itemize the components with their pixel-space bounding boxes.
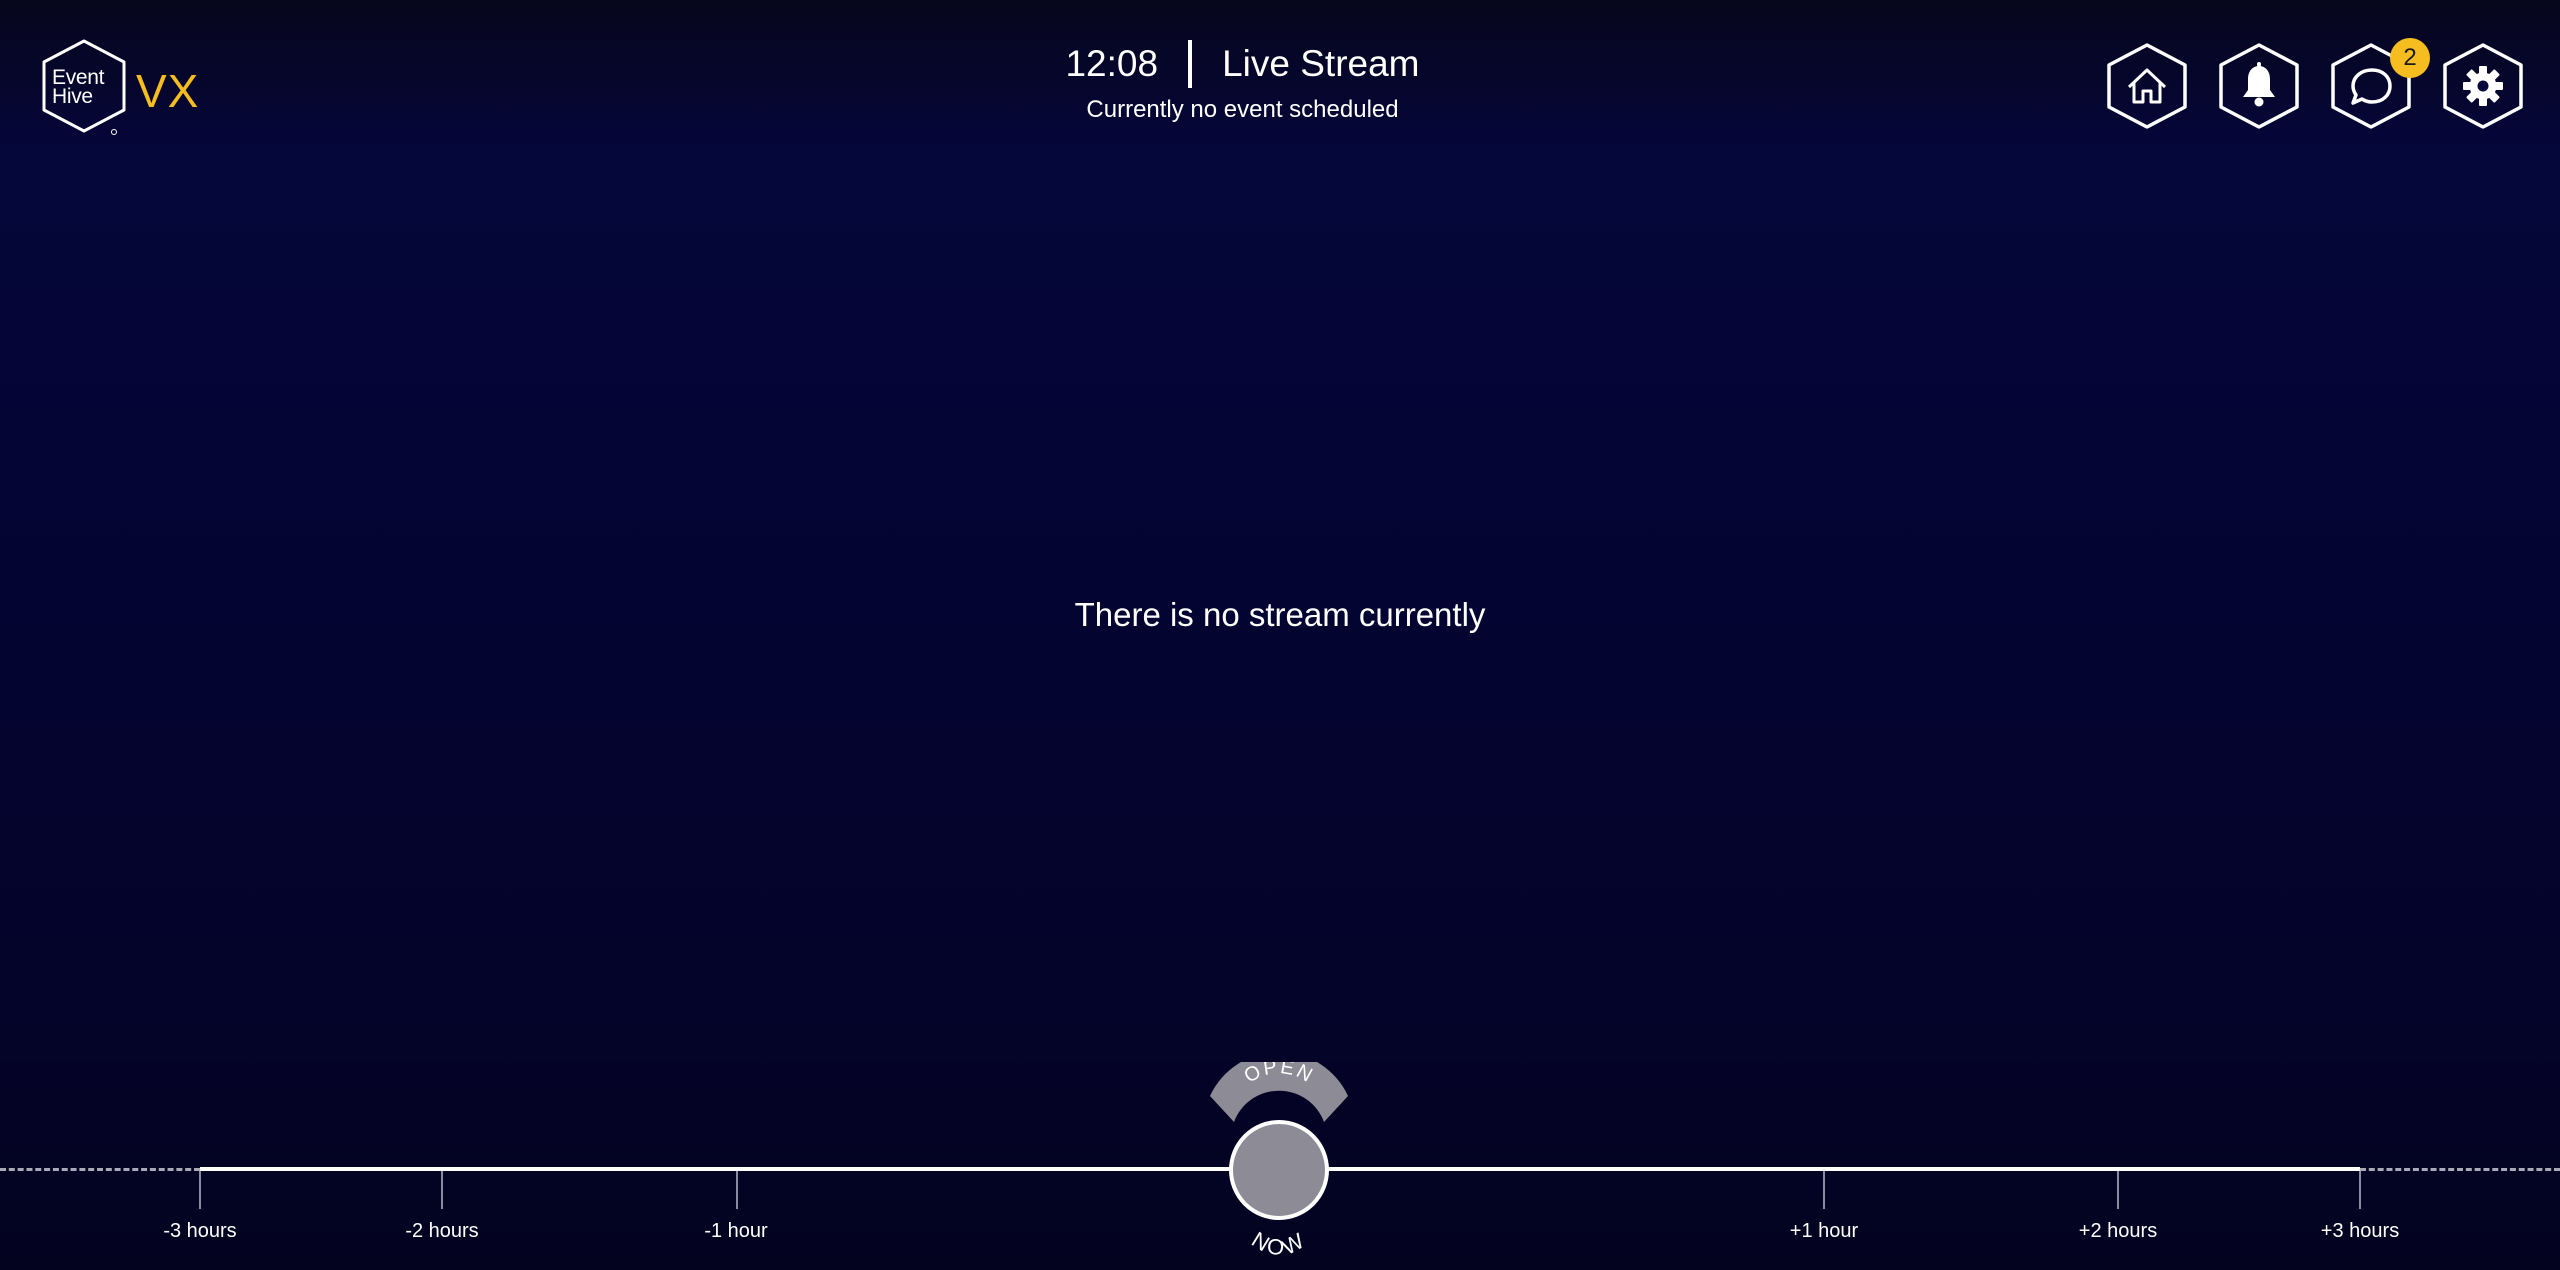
now-knob[interactable] xyxy=(1229,1120,1329,1220)
tick-label: -2 hours xyxy=(405,1220,479,1242)
clock-time: 12:08 xyxy=(1065,43,1159,84)
tick-minus-1h xyxy=(736,1171,738,1209)
notifications-button[interactable] xyxy=(2216,42,2302,130)
bell-icon xyxy=(2243,62,2275,107)
timeline-scrubber[interactable]: -3 hours -2 hours -1 hour +1 hour +2 hou… xyxy=(0,1040,2560,1270)
settings-button[interactable] xyxy=(2440,42,2526,130)
tick-label: +1 hour xyxy=(1789,1220,1859,1242)
tick-label: -1 hour xyxy=(704,1220,768,1242)
home-button[interactable] xyxy=(2104,42,2190,130)
timeline-future-dashed xyxy=(2360,1168,2560,1171)
open-button[interactable]: OPEN xyxy=(1206,1062,1352,1126)
tick-label: +2 hours xyxy=(2078,1220,2158,1242)
home-icon xyxy=(2127,68,2167,104)
now-label: NOW xyxy=(1247,1227,1310,1260)
gear-icon xyxy=(2463,66,2503,106)
tick-plus-3h xyxy=(2359,1171,2361,1209)
chat-button[interactable]: 2 xyxy=(2328,38,2430,130)
chat-unread-badge: 2 xyxy=(2390,38,2430,78)
timeline-past-dashed xyxy=(0,1168,200,1171)
tick-plus-2h xyxy=(2117,1171,2119,1209)
tick-label: +3 hours xyxy=(2320,1220,2400,1242)
header-divider xyxy=(1188,40,1193,88)
svg-text:NOW: NOW xyxy=(1247,1227,1310,1260)
tick-plus-1h xyxy=(1823,1171,1825,1209)
tick-label: -3 hours xyxy=(163,1220,237,1242)
chat-icon xyxy=(2351,68,2392,105)
page-title: Live Stream xyxy=(1222,43,1420,84)
now-text: NOW xyxy=(1247,1227,1307,1260)
tick-minus-2h xyxy=(441,1171,443,1209)
tick-minus-3h xyxy=(199,1171,201,1209)
no-stream-message: There is no stream currently xyxy=(1074,596,1486,633)
top-nav: 2 xyxy=(2104,38,2526,130)
